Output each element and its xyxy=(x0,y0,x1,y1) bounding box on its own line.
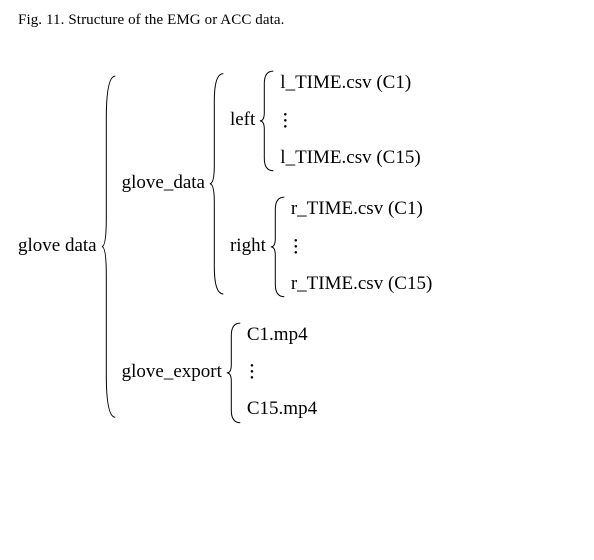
leaf-file: l_TIME.csv (C1) xyxy=(280,69,420,98)
branch-glove-export: glove_export C1.mp4 ●●● C15.mp4 xyxy=(122,321,433,425)
leaf-file: C1.mp4 xyxy=(247,321,317,350)
branch-left: left l_TIME.csv (C1) xyxy=(230,69,432,173)
vertical-dots-icon: ●●● xyxy=(280,112,420,130)
vertical-dots-icon: ●●● xyxy=(247,363,317,381)
vertical-dots-icon: ●●● xyxy=(291,238,432,256)
leaf-file: C15.mp4 xyxy=(247,395,317,424)
brace-icon xyxy=(208,69,226,299)
brace-icon xyxy=(269,195,287,299)
leaf-file: r_TIME.csv (C15) xyxy=(291,270,432,299)
brace-icon xyxy=(100,69,118,424)
branch-label: right xyxy=(230,236,268,257)
branch-label: left xyxy=(230,110,257,131)
root-label: glove data xyxy=(18,236,99,257)
tree-root-node: glove data glove_data xyxy=(18,69,576,424)
branch-label: glove_export xyxy=(122,362,224,383)
figure-caption: Fig. 11. Structure of the EMG or ACC dat… xyxy=(18,12,576,29)
branch-right: right r_TIME.csv (C1) xyxy=(230,195,432,299)
tree-diagram: glove data glove_data xyxy=(18,69,576,424)
branch-label: glove_data xyxy=(122,173,207,194)
leaf-file: l_TIME.csv (C15) xyxy=(280,144,420,173)
branch-glove-data: glove_data left xyxy=(122,69,433,299)
leaf-file: r_TIME.csv (C1) xyxy=(291,195,432,224)
brace-icon xyxy=(258,69,276,173)
brace-icon xyxy=(225,321,243,425)
